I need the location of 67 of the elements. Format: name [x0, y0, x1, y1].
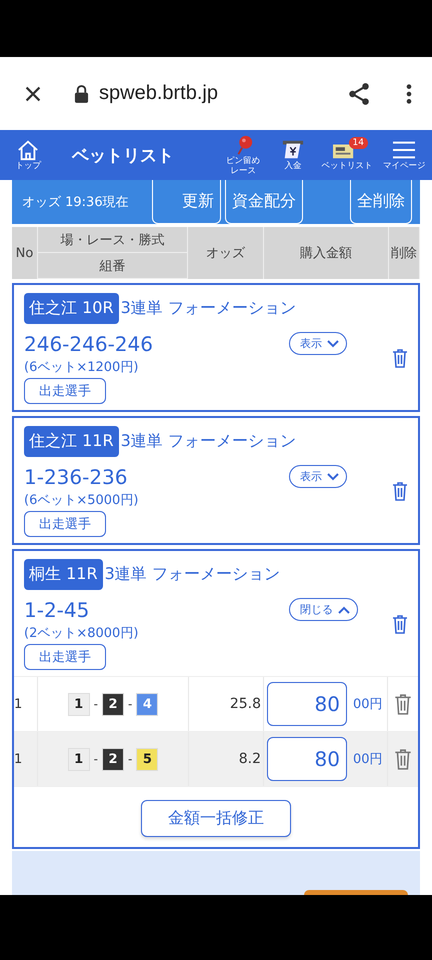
trash-icon[interactable] — [392, 481, 408, 501]
boat-number: 1 — [68, 748, 90, 770]
separator-dash: - — [128, 697, 132, 711]
nav-label[interactable]: マイページ — [382, 161, 426, 171]
column-header: 削除 — [389, 227, 420, 279]
odds-value: 8.2 — [238, 751, 261, 767]
bet-detail: (6ベット×1200円) — [24, 359, 138, 376]
unit-text: 00円 — [353, 696, 383, 713]
amount-field[interactable]: 80 — [267, 682, 347, 726]
bet-type: 3連単 フォーメーション — [104, 564, 280, 585]
bet-detail: (6ベット×5000円) — [24, 492, 138, 509]
toggle-button[interactable]: 閉じる — [289, 598, 358, 621]
bet-type: 3連単 フォーメーション — [120, 431, 296, 452]
boat-number: 2 — [102, 692, 124, 716]
count-badge: 14 — [348, 137, 368, 149]
separator-dash: - — [94, 752, 98, 766]
trash-icon[interactable] — [394, 693, 412, 715]
more-icon[interactable] — [406, 82, 412, 104]
trash-icon[interactable] — [392, 614, 408, 634]
trash-icon[interactable] — [392, 348, 408, 368]
chevron-icon — [326, 472, 340, 482]
combination: 1-236-236 — [24, 465, 128, 489]
toolbar-button[interactable]: 資金配分 — [225, 180, 303, 224]
venue-tag: 住之江 11R — [24, 426, 119, 457]
combination: 1-2-45 — [24, 598, 90, 622]
toggle-button[interactable]: 表示 — [289, 332, 347, 355]
boat-number: 1 — [68, 692, 90, 716]
odds-value: 25.8 — [230, 696, 261, 712]
bulk-edit-button[interactable]: 金額一括修正 — [141, 800, 291, 837]
url-text[interactable]: spweb.brtb.jp — [99, 82, 336, 105]
row-number: 1 — [14, 732, 38, 786]
players-button[interactable]: 出走選手 — [24, 511, 106, 537]
unit-text: 00円 — [353, 751, 383, 768]
menu-icon[interactable] — [392, 139, 416, 161]
nav-label[interactable]: ピン留め レース — [226, 156, 260, 176]
boat-number: 5 — [136, 748, 158, 770]
boat-number: 2 — [102, 748, 124, 770]
players-button[interactable]: 出走選手 — [24, 378, 106, 404]
column-header: 組番 — [38, 253, 188, 279]
chevron-icon — [337, 604, 351, 614]
chevron-icon — [326, 338, 340, 348]
home-icon[interactable] — [16, 139, 40, 161]
page-title: ベットリスト — [72, 144, 174, 166]
combination: 246-246-246 — [24, 332, 153, 356]
column-header: 場・レース・勝式 — [38, 227, 188, 253]
venue-tag: 住之江 10R — [24, 293, 119, 324]
toolbar-button[interactable]: 更新 — [152, 180, 221, 224]
column-header: 購入金額 — [264, 227, 389, 279]
separator-dash: - — [94, 697, 98, 711]
boat-number: 4 — [136, 692, 158, 716]
toggle-button[interactable]: 表示 — [289, 465, 347, 488]
nav-label[interactable]: 入金 — [284, 161, 302, 171]
bet-detail: (2ベット×8000円) — [24, 625, 138, 642]
nav-label[interactable]: ベットリスト — [322, 161, 372, 171]
amount-field[interactable]: 80 — [267, 737, 347, 781]
column-header: オッズ — [188, 227, 264, 279]
bet-type: 3連単 フォーメーション — [120, 298, 296, 319]
trash-icon[interactable] — [394, 748, 412, 770]
separator-dash: - — [128, 752, 132, 766]
nav-label[interactable]: トップ — [15, 161, 41, 171]
odds-time: オッズ 19:36現在 — [22, 194, 130, 211]
lock-icon — [74, 84, 89, 103]
yen-card-icon[interactable] — [281, 139, 305, 161]
column-header: No — [12, 227, 38, 279]
venue-tag: 桐生 11R — [24, 559, 103, 590]
players-button[interactable]: 出走選手 — [24, 644, 106, 670]
toolbar-button[interactable]: 全削除 — [350, 180, 412, 224]
